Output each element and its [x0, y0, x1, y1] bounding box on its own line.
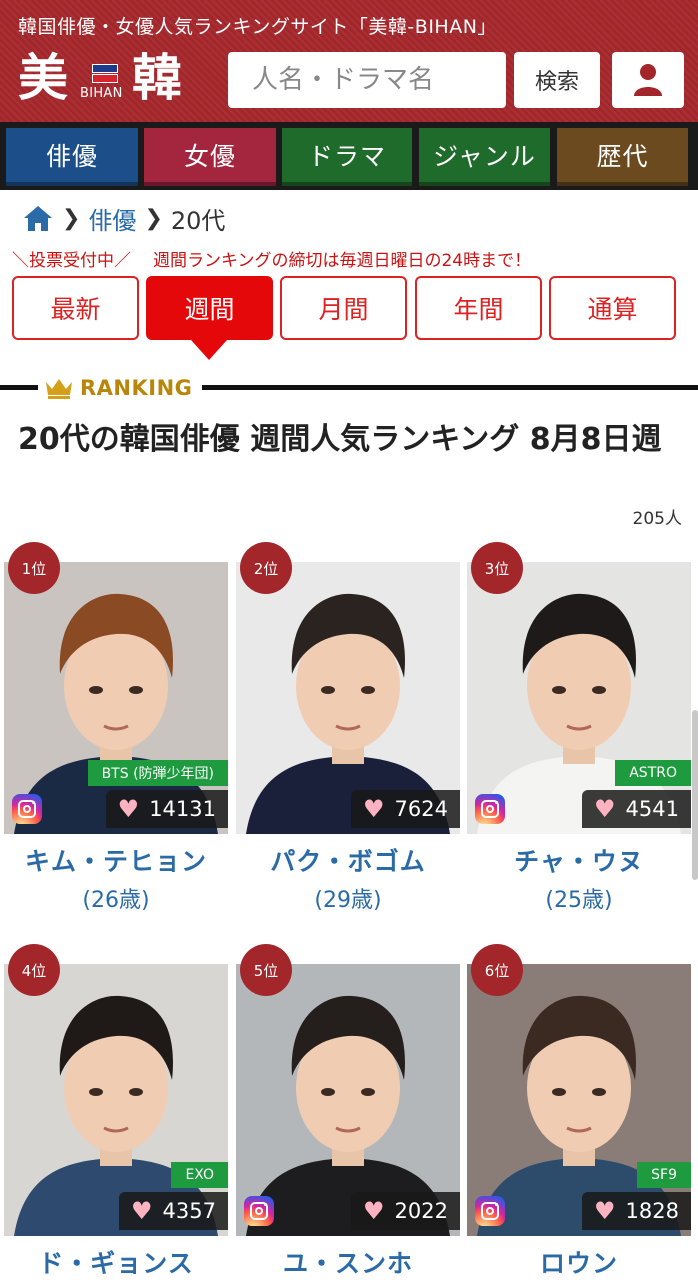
rank-badge: 3位	[471, 542, 523, 594]
chevron-right-icon: ❯	[62, 205, 81, 231]
rank-badge: 6位	[471, 944, 523, 996]
vote-button[interactable]: ♥ 14131	[105, 790, 228, 828]
instagram-icon[interactable]	[12, 794, 42, 824]
chevron-right-icon: ❯	[144, 205, 163, 231]
category-tab-genre[interactable]: ジャンル	[419, 128, 550, 186]
page-title: 20代の韓国俳優 週間人気ランキング 8月8日週	[18, 422, 662, 457]
logo-char-2: 韓	[132, 48, 182, 107]
vote-button[interactable]: ♥ 2022	[351, 1192, 460, 1230]
category-tab-actress[interactable]: 女優	[144, 128, 276, 186]
actor-name[interactable]: チャ・ウヌ	[467, 842, 691, 878]
heart-icon: ♥	[594, 1197, 616, 1225]
actor-name[interactable]: パク・ボゴム	[236, 842, 460, 878]
instagram-icon[interactable]	[475, 1196, 505, 1226]
site-logo[interactable]: 美 BIHAN 韓	[18, 50, 198, 110]
crown-icon	[46, 379, 72, 399]
vote-button[interactable]: ♥ 4541	[582, 790, 691, 828]
period-tab-weekly[interactable]: 週間	[146, 276, 273, 340]
period-tab-monthly[interactable]: 月間	[280, 276, 407, 340]
heart-icon: ♥	[117, 795, 140, 823]
heart-icon: ♥	[131, 1197, 153, 1225]
actor-age: (29歳)	[314, 888, 382, 913]
actor-name[interactable]: ド・ギョンス	[4, 1244, 228, 1280]
breadcrumb: ❯ 俳優 ❯ 20代	[22, 200, 225, 236]
category-nav: 俳優 女優 ドラマ ジャンル 歴代	[0, 122, 698, 190]
heart-icon: ♥	[594, 795, 616, 823]
logo-char-1: 美	[18, 48, 68, 107]
ranking-card[interactable]: 3位 ASTRO ♥ 4541 チャ・ウヌ (25歳)	[467, 542, 691, 922]
rank-badge: 1位	[8, 542, 60, 594]
ranking-card[interactable]: 5位 ♥ 2022 ユ・スンホ	[236, 944, 460, 1285]
period-tab-yearly[interactable]: 年間	[415, 276, 542, 340]
category-tab-drama[interactable]: ドラマ	[282, 128, 412, 186]
ranking-badge-label: RANKING	[80, 376, 193, 400]
user-button[interactable]	[612, 52, 684, 108]
instagram-icon[interactable]	[244, 1196, 274, 1226]
actor-name[interactable]: キム・テヒョン	[4, 842, 228, 878]
group-tag[interactable]: ASTRO	[615, 760, 691, 786]
group-tag[interactable]: BTS (防弾少年団)	[87, 760, 228, 786]
vote-button[interactable]: ♥ 1828	[582, 1192, 691, 1230]
scrollbar[interactable]	[692, 710, 698, 880]
voting-notice-text: 週間ランキングの締切は毎週日曜日の24時まで！	[153, 250, 532, 271]
breadcrumb-actor-link[interactable]: 俳優	[88, 201, 136, 236]
group-tag[interactable]: SF9	[637, 1162, 691, 1188]
vote-count: 4541	[625, 797, 679, 821]
logo-subtitle: BIHAN	[80, 86, 123, 101]
ranking-count: 205人	[632, 509, 682, 529]
vote-button[interactable]: ♥ 7624	[351, 790, 460, 828]
period-tab-latest[interactable]: 最新	[12, 276, 139, 340]
rank-badge: 5位	[240, 944, 292, 996]
vote-count: 2022	[394, 1199, 448, 1223]
ranking-card[interactable]: 6位 SF9 ♥ 1828 ロウン	[467, 944, 691, 1285]
voting-notice: ＼投票受付中／ 週間ランキングの締切は毎週日曜日の24時まで！	[12, 245, 531, 271]
voting-notice-label: ＼投票受付中／	[12, 250, 131, 271]
actor-name[interactable]: ロウン	[467, 1244, 691, 1280]
heart-icon: ♥	[363, 1197, 385, 1225]
actor-age: (25歳)	[545, 888, 613, 913]
heart-icon: ♥	[363, 795, 385, 823]
vote-count: 14131	[149, 797, 216, 821]
rank-badge: 2位	[240, 542, 292, 594]
vote-count: 1828	[625, 1199, 679, 1223]
ranking-badge: RANKING	[38, 372, 203, 404]
rank-badge: 4位	[8, 944, 60, 996]
vote-count: 4357	[162, 1199, 216, 1223]
user-icon	[634, 64, 662, 96]
ranking-card[interactable]: 2位 ♥ 7624 パク・ボゴム (29歳)	[236, 542, 460, 922]
vote-count: 7624	[394, 797, 448, 821]
site-header: 韓国俳優・女優人気ランキングサイト「美韓-BIHAN」 美 BIHAN 韓 検索	[0, 0, 698, 122]
category-tab-history[interactable]: 歴代	[557, 128, 688, 186]
instagram-icon[interactable]	[475, 794, 505, 824]
search-input[interactable]	[228, 52, 506, 108]
ranking-card[interactable]: 1位 BTS (防弾少年団) ♥ 14131 キム・テヒョン (26歳)	[4, 542, 228, 922]
active-tab-pointer	[191, 340, 227, 360]
category-tab-actor[interactable]: 俳優	[6, 128, 138, 186]
site-tagline: 韓国俳優・女優人気ランキングサイト「美韓-BIHAN」	[18, 16, 497, 38]
vote-button[interactable]: ♥ 4357	[119, 1192, 228, 1230]
search-button[interactable]: 検索	[514, 52, 600, 108]
ranking-card[interactable]: 4位 EXO ♥ 4357 ド・ギョンス	[4, 944, 228, 1285]
actor-age: (26歳)	[82, 888, 150, 913]
actor-name[interactable]: ユ・スンホ	[236, 1244, 460, 1280]
group-tag[interactable]: EXO	[171, 1162, 228, 1188]
breadcrumb-current: 20代	[170, 206, 226, 235]
home-icon[interactable]	[22, 204, 54, 232]
period-tab-total[interactable]: 通算	[549, 276, 676, 340]
